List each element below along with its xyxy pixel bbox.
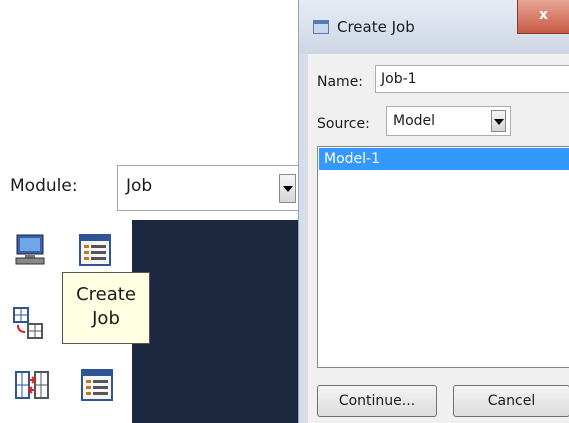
- chevron-down-icon[interactable]: [279, 174, 296, 203]
- job-name-field[interactable]: Job-1: [375, 65, 569, 93]
- dialog-body: Name: Job-1 Source: Model Model-1 Contin…: [308, 54, 569, 423]
- job-list-icon: [78, 233, 112, 267]
- co-execution-icon: [15, 368, 49, 402]
- tooltip-line-1: Create: [76, 284, 136, 305]
- cancel-button[interactable]: Cancel: [453, 385, 569, 417]
- module-select-value: Job: [126, 176, 153, 196]
- continue-button[interactable]: Continue...: [317, 385, 437, 417]
- create-job-button[interactable]: [13, 232, 47, 266]
- list-item[interactable]: Model-1: [319, 148, 569, 170]
- model-list[interactable]: Model-1: [317, 146, 569, 368]
- module-label: Module:: [10, 176, 78, 196]
- adaptivity-icon: [12, 306, 46, 340]
- source-select[interactable]: Model: [386, 106, 511, 136]
- name-label: Name:: [317, 74, 364, 90]
- create-job-dialog: Create Job x Name: Job-1 Source: Model M…: [298, 0, 569, 423]
- close-button[interactable]: x: [517, 0, 569, 34]
- chevron-down-icon[interactable]: [491, 110, 506, 132]
- list-item-label: Model-1: [324, 151, 380, 167]
- dialog-titlebar[interactable]: Create Job x: [299, 0, 569, 54]
- job-manager-button[interactable]: [78, 233, 112, 267]
- job-name-value: Job-1: [381, 71, 417, 87]
- optimization-button[interactable]: [80, 368, 114, 402]
- job-manager-icon: [13, 232, 47, 266]
- create-job-tooltip: Create Job: [62, 272, 150, 344]
- tooltip-line-2: Job: [92, 308, 120, 329]
- close-icon: x: [538, 7, 549, 23]
- dialog-title: Create Job: [337, 18, 415, 36]
- module-select[interactable]: Job: [117, 165, 301, 211]
- optimization-icon: [80, 368, 114, 402]
- source-label: Source:: [317, 116, 370, 132]
- window-icon: [313, 20, 329, 34]
- adaptivity-button[interactable]: [12, 306, 46, 340]
- co-execution-button[interactable]: [15, 368, 49, 402]
- source-select-value: Model: [393, 113, 436, 129]
